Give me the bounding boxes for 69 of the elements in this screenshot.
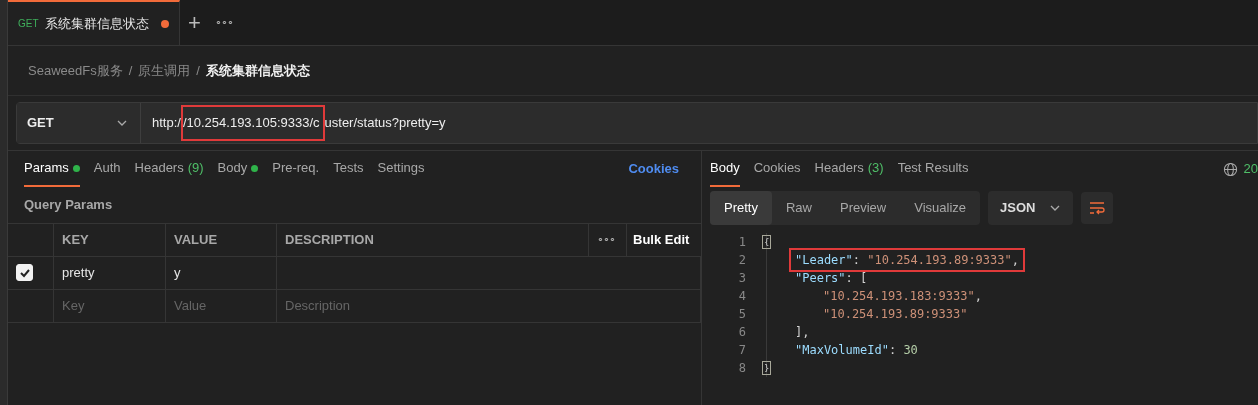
column-header: VALUE (166, 223, 277, 257)
table-cell: pretty (54, 256, 166, 290)
fold-marker[interactable]: } (762, 360, 772, 375)
code-token: , (1011, 251, 1019, 269)
line-number: 6 (737, 323, 747, 341)
request-tab[interactable]: Pre-req. (272, 151, 320, 187)
response-tab[interactable]: Headers (3) (814, 151, 884, 187)
highlighted-url-text: /10.254.193.105:9333/c (180, 105, 325, 141)
code-token: , (974, 287, 982, 305)
column-header: KEY (54, 223, 166, 257)
code-token: 30 (903, 341, 918, 359)
cookies-link[interactable]: Cookies (622, 151, 685, 187)
request-tab[interactable]: GET 系统集群信息状态 (8, 0, 180, 45)
code-token: "10.254.193.89:9333" (867, 251, 1012, 269)
bulk-edit-button[interactable]: Bulk Edit (627, 223, 701, 257)
url-bar[interactable]: GET http://10.254.193.105:9333/c uster/status?pretty=y (16, 102, 1258, 144)
line-number: 2 (737, 251, 747, 269)
code-token: "Leader" (795, 251, 853, 269)
tab-title: 系统集群信息状态 (44, 14, 149, 33)
method-label: GET (18, 17, 39, 31)
request-tab[interactable]: Auth (93, 151, 121, 187)
code-token: "Peers" (795, 269, 846, 287)
code-token: "10.254.193.183:9333" (823, 287, 975, 305)
method-label: GET (27, 114, 54, 133)
url-text: uster/status?pretty=y (324, 114, 446, 133)
column-header: DESCRIPTION (277, 223, 589, 257)
code-token: "10.254.193.89:9333" (823, 305, 968, 323)
code-token: : [ (845, 269, 868, 287)
request-tab[interactable]: Params (24, 151, 80, 187)
code-token: "MaxVolumeId" (795, 341, 889, 359)
table-cell: y (166, 256, 277, 290)
code-token: : (888, 341, 898, 359)
format-select[interactable]: JSON (988, 191, 1074, 225)
url-text: http:/ (152, 114, 181, 133)
section-title: Query Params (23, 196, 114, 214)
status-code: 20 (1243, 160, 1258, 179)
response-tab[interactable]: Body (710, 151, 740, 187)
breadcrumb-separator: / (128, 61, 133, 80)
view-mode-tab[interactable]: Raw (771, 191, 826, 225)
line-number: 1 (737, 233, 747, 251)
globe-icon (1222, 161, 1238, 177)
new-tab-button[interactable]: + (180, 0, 209, 45)
code-token: ], (795, 323, 810, 341)
view-mode-tab[interactable]: Preview (826, 191, 901, 225)
more-button[interactable]: ∘∘∘ (208, 0, 239, 45)
breadcrumb-current: 系统集群信息状态 (205, 61, 310, 80)
breadcrumb-link[interactable]: SeaweedFs服务 (28, 60, 123, 81)
response-tab[interactable]: Test Results (897, 151, 969, 187)
line-number: 4 (737, 287, 747, 305)
fold-marker[interactable]: { (762, 234, 772, 249)
view-mode-tab[interactable]: Visualize (900, 191, 981, 225)
method-select[interactable]: GET (17, 103, 141, 143)
view-mode-tab[interactable]: Pretty (710, 191, 772, 225)
request-tab[interactable]: Body (217, 151, 259, 187)
code-token: : (852, 251, 862, 269)
breadcrumb-link[interactable]: 原生调用 (138, 60, 191, 81)
breadcrumb-separator: / (196, 61, 200, 80)
request-tab[interactable]: Settings (377, 151, 425, 187)
line-number: 3 (737, 269, 747, 287)
more-button[interactable]: ∘∘∘ (589, 223, 627, 257)
checkbox[interactable] (16, 264, 33, 281)
line-number: 7 (737, 341, 747, 359)
line-number: 8 (737, 359, 747, 377)
request-tab[interactable]: Tests (333, 151, 364, 187)
request-tab[interactable]: Headers (9) (134, 151, 204, 187)
wrap-button[interactable] (1081, 191, 1114, 224)
line-number: 5 (737, 305, 747, 323)
response-tab[interactable]: Cookies (753, 151, 801, 187)
wrap-icon (1088, 199, 1107, 216)
